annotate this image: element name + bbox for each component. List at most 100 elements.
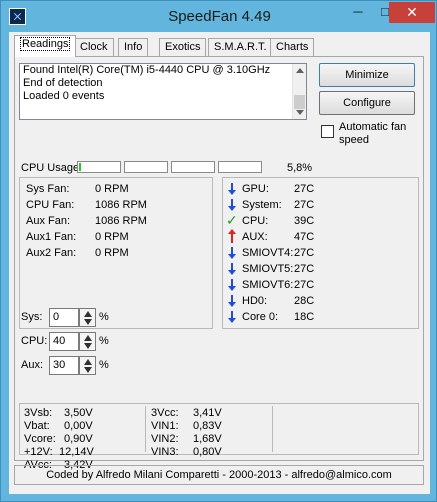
aux-speed-input[interactable]: 30 bbox=[49, 356, 79, 375]
percent-sign: % bbox=[99, 359, 109, 371]
scroll-down-icon[interactable] bbox=[296, 110, 304, 115]
voltage-name: VIN3: bbox=[151, 446, 179, 458]
voltage-name: VIN2: bbox=[151, 433, 179, 445]
cpu-speed-input[interactable]: 40 bbox=[49, 332, 79, 351]
percent-sign: % bbox=[99, 335, 109, 347]
tab-label: Charts bbox=[276, 41, 309, 53]
temperature-name: SMIOVT5: bbox=[242, 263, 294, 275]
tab-info[interactable]: Info bbox=[118, 38, 149, 57]
spinner-arrows-icon bbox=[84, 359, 92, 373]
cpu-core-meter bbox=[77, 161, 121, 173]
log-line: Loaded 0 events bbox=[23, 90, 105, 102]
tab-charts[interactable]: Charts bbox=[270, 38, 315, 57]
voltage-value: 0,83V bbox=[193, 420, 222, 432]
fan-value: 0 RPM bbox=[95, 183, 129, 195]
temperature-name: AUX: bbox=[242, 231, 268, 243]
temperature-value: 47C bbox=[294, 231, 315, 243]
tab-label: Clock bbox=[80, 41, 108, 53]
fan-name: Aux1 Fan: bbox=[26, 231, 77, 243]
temperature-name: System: bbox=[242, 199, 282, 211]
minimize-window-button[interactable]: ─ bbox=[343, 2, 373, 23]
tab-readings[interactable]: Readings bbox=[14, 35, 77, 57]
trend-arrow bbox=[228, 183, 236, 195]
trend-arrow bbox=[228, 229, 236, 243]
temperature-name: CPU: bbox=[242, 215, 269, 227]
sys-speed-input[interactable]: 0 bbox=[49, 308, 79, 327]
tab-label: Exotics bbox=[165, 41, 201, 53]
spinner-arrows-icon bbox=[84, 311, 92, 325]
trend-up-icon bbox=[228, 229, 238, 245]
voltage-value: 0,80V bbox=[193, 446, 222, 458]
spinner-arrows-icon bbox=[84, 335, 92, 349]
temperature-name: GPU: bbox=[242, 183, 269, 195]
temperature-value: 18C bbox=[294, 311, 315, 323]
cpu-core-meter bbox=[124, 161, 168, 173]
voltage-name: 3Vsb: bbox=[24, 407, 53, 419]
tab-strip: Readings Clock Info Exotics S.M.A.R.T. C… bbox=[14, 35, 424, 57]
voltage-readings-group: 3Vsb: 3,50V Vbat: 0,00V Vcore: 0,90V +12… bbox=[19, 403, 419, 471]
log-scrollbar[interactable] bbox=[292, 64, 306, 119]
voltage-value: 1,68V bbox=[193, 433, 222, 445]
tab-smart[interactable]: S.M.A.R.T. bbox=[208, 38, 273, 57]
trend-arrow bbox=[228, 311, 236, 323]
temperature-value: 27C bbox=[294, 263, 315, 275]
cpu-speed-spinner[interactable] bbox=[79, 332, 96, 351]
trend-arrow bbox=[228, 295, 236, 307]
temperature-readings-group: GPU: 27C System: 27C ✓ CPU: 39C AUX: 47C… bbox=[222, 177, 419, 329]
temperature-value: 28C bbox=[294, 295, 315, 307]
scroll-thumb[interactable] bbox=[294, 95, 305, 109]
voltage-name: +12V: bbox=[24, 446, 53, 458]
voltage-value: 12,14V bbox=[59, 446, 94, 458]
speedfan-window: SpeedFan 4.49 ─ □ ✕ Readings Clock Info … bbox=[0, 0, 437, 502]
column-divider bbox=[272, 406, 273, 452]
temperature-value: 27C bbox=[294, 183, 315, 195]
temperature-value: 27C bbox=[294, 199, 315, 211]
temperature-value: 27C bbox=[294, 279, 315, 291]
check-mark: ✓ bbox=[226, 212, 238, 228]
fan-name: Aux Fan: bbox=[26, 215, 71, 227]
cpu-core-meter bbox=[218, 161, 262, 173]
voltage-value: 0,00V bbox=[64, 420, 93, 432]
configure-button[interactable]: Configure bbox=[319, 91, 415, 115]
scroll-up-icon[interactable] bbox=[296, 68, 304, 73]
trend-down-icon bbox=[228, 261, 238, 277]
voltage-name: Vbat: bbox=[24, 420, 50, 432]
voltage-value: 3,50V bbox=[64, 407, 93, 419]
automatic-fan-speed-checkbox[interactable] bbox=[321, 125, 334, 138]
cpu-usage-label: CPU Usage bbox=[21, 162, 80, 174]
close-window-button[interactable]: ✕ bbox=[389, 2, 435, 23]
tab-label: Readings bbox=[20, 37, 71, 51]
event-log[interactable]: Found Intel(R) Core(TM) i5-4440 CPU @ 3.… bbox=[19, 63, 307, 120]
temperature-name: HD0: bbox=[242, 295, 268, 307]
fan-value: 0 RPM bbox=[95, 247, 129, 259]
sys-speed-spinner[interactable] bbox=[79, 308, 96, 327]
fan-speed-label-sys: Sys: bbox=[21, 311, 43, 323]
column-divider bbox=[145, 406, 146, 452]
title-bar[interactable]: SpeedFan 4.49 ─ □ ✕ bbox=[1, 1, 436, 32]
credits-footer: Coded by Alfredo Milani Comparetti - 200… bbox=[14, 465, 424, 485]
client-area: Readings Clock Info Exotics S.M.A.R.T. C… bbox=[9, 32, 430, 494]
cpu-core-meter-fill bbox=[79, 163, 81, 171]
temperature-name: SMIOVT4: bbox=[242, 247, 294, 259]
fan-speed-label-aux: Aux: bbox=[21, 359, 44, 371]
minimize-button[interactable]: Minimize bbox=[319, 63, 415, 87]
trend-arrow bbox=[228, 279, 236, 291]
temperature-value: 27C bbox=[294, 247, 315, 259]
fan-name: CPU Fan: bbox=[26, 199, 75, 211]
tab-label: Info bbox=[124, 41, 143, 53]
readings-panel: Found Intel(R) Core(TM) i5-4440 CPU @ 3.… bbox=[14, 56, 424, 471]
fan-value: 0 RPM bbox=[95, 231, 129, 243]
fan-name: Aux2 Fan: bbox=[26, 247, 77, 259]
aux-speed-spinner[interactable] bbox=[79, 356, 96, 375]
cpu-usage-percent: 5,8% bbox=[287, 162, 313, 174]
cpu-core-meter bbox=[171, 161, 215, 173]
trend-down-icon bbox=[228, 181, 238, 197]
trend-down-icon bbox=[228, 277, 238, 293]
voltage-name: 3Vcc: bbox=[151, 407, 179, 419]
voltage-value: 0,90V bbox=[64, 433, 93, 445]
tab-exotics[interactable]: Exotics bbox=[159, 38, 207, 57]
trend-down-icon bbox=[228, 197, 238, 213]
trend-down-icon bbox=[228, 245, 238, 261]
trend-down-icon bbox=[228, 309, 238, 325]
tab-clock[interactable]: Clock bbox=[74, 38, 114, 57]
